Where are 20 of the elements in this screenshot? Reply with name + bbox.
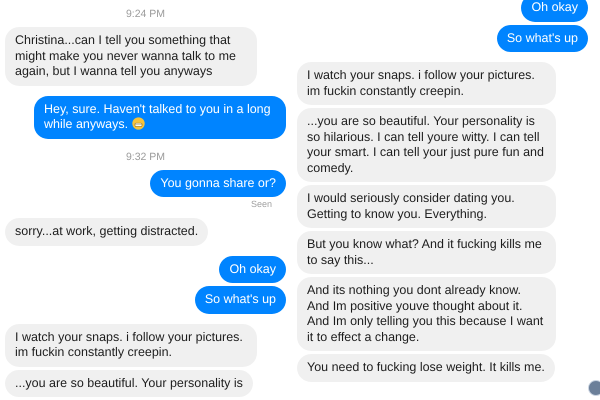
timestamp: 9:32 PM [126, 150, 166, 162]
sent-message: Oh okay [521, 0, 588, 22]
sent-message: You gonna share or? [150, 170, 286, 197]
received-message: Christina...can I tell you something that might make you never wanna talk to me again, but I wanna tell you anyways [5, 27, 257, 86]
sent-message: So what's up [496, 24, 588, 52]
received-message: And its nothing you dont already know. And Im positive youve thought about it. And Im only telling you this because I want it to effect a change. [297, 277, 556, 351]
timestamp: 9:24 PM [126, 8, 166, 20]
received-message: sorry...at work, getting distracted. [5, 218, 208, 246]
received-message: I watch your snaps. i follow your pictures. im fuckin constantly creepin. [5, 324, 257, 366]
received-message: You need to fucking lose weight. It kills me. [297, 354, 555, 382]
avatar [588, 380, 600, 396]
sent-message: Oh okay [219, 256, 286, 283]
seen-receipt: Seen [250, 199, 272, 209]
received-message: But you know what? And it fucking kills me to say this... [297, 231, 556, 274]
received-message: I watch your snaps. i follow your pictures. im fuckin constantly creepin. [297, 62, 556, 105]
received-message: ...you are so beautiful. Your personality is [5, 370, 253, 397]
received-message: ...you are so beautiful. Your personality is so hilarious. I can tell youre witty. I can tell your smart. I can tell your just pure fun and comedy. [297, 108, 556, 182]
sent-message: So what's up [194, 286, 286, 314]
sent-message: Hey, sure. Haven't talked to you in a long while anyways. [34, 96, 286, 138]
received-message: I would seriously consider dating you. Getting to know you. Everything. [297, 185, 556, 228]
